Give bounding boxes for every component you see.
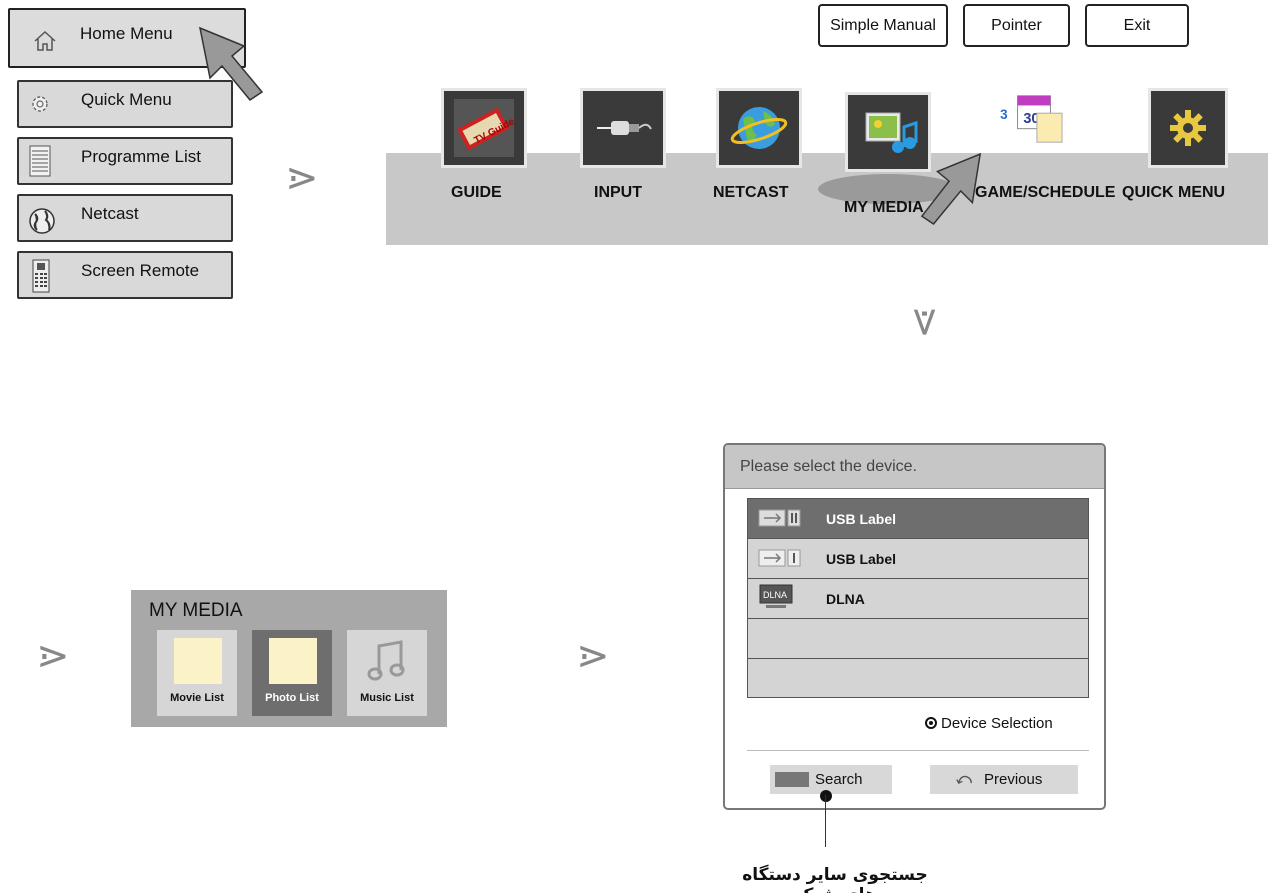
svg-text:DLNA: DLNA bbox=[763, 590, 787, 600]
back-arrow-icon bbox=[956, 775, 972, 785]
launcher-label-input: INPUT bbox=[594, 184, 642, 201]
callout-dot bbox=[820, 790, 832, 802]
launcher-tile-quick-menu[interactable] bbox=[1148, 88, 1228, 168]
pointer-button[interactable]: Pointer bbox=[963, 4, 1070, 47]
search-button-label: Search bbox=[815, 771, 863, 788]
menu-item-label: Home Menu bbox=[80, 24, 173, 43]
hint-label: Device Selection bbox=[941, 715, 1053, 732]
dialog-divider bbox=[747, 750, 1089, 751]
calendar-icon: 3 30 bbox=[1000, 95, 1063, 143]
launcher-label-netcast: NETCAST bbox=[713, 184, 789, 201]
gear-icon bbox=[32, 96, 48, 112]
device-row-empty bbox=[748, 659, 1088, 699]
ok-button-icon bbox=[925, 717, 937, 729]
launcher-tile-netcast[interactable] bbox=[716, 88, 802, 168]
exit-button[interactable]: Exit bbox=[1085, 4, 1189, 47]
my-media-panel: MY MEDIA Movie List Photo List Music Lis… bbox=[131, 590, 447, 727]
device-label: USB Label bbox=[826, 551, 897, 567]
svg-text:3: 3 bbox=[1000, 107, 1008, 122]
menu-item-netcast[interactable]: Netcast bbox=[17, 194, 233, 242]
launcher-label-guide: GUIDE bbox=[451, 184, 502, 201]
list-icon bbox=[29, 145, 51, 177]
device-row[interactable]: USB Label bbox=[748, 499, 1088, 539]
search-button[interactable]: Search bbox=[770, 765, 892, 794]
dialog-title: Please select the device. bbox=[740, 458, 917, 475]
step-arrow-right-icon: ⋗ bbox=[285, 155, 319, 201]
gear-icon bbox=[1170, 110, 1206, 146]
netcast-globe-icon bbox=[730, 107, 788, 149]
photo-list-card[interactable]: Photo List bbox=[252, 630, 332, 716]
usb-icon bbox=[758, 509, 801, 527]
music-note-icon bbox=[367, 640, 405, 681]
search-color-key-icon bbox=[775, 772, 809, 787]
launcher-label-my-media: MY MEDIA bbox=[844, 199, 924, 216]
menu-item-label: Quick Menu bbox=[81, 90, 172, 109]
device-selection-hint: Device Selection bbox=[925, 715, 1053, 732]
card-label: Movie List bbox=[170, 692, 224, 704]
device-list: USB Label USB Label DLNA DLNA bbox=[747, 498, 1089, 698]
previous-button[interactable]: Previous bbox=[930, 765, 1078, 794]
launcher-tile-guide[interactable]: TV Guide bbox=[441, 88, 527, 168]
device-row[interactable]: DLNA DLNA bbox=[748, 579, 1088, 619]
menu-item-label: Netcast bbox=[81, 204, 139, 223]
device-select-dialog: Please select the device. USB Label USB … bbox=[723, 443, 1106, 810]
callout-annotation: جستجوی سایر دستگاه های شبکه bbox=[742, 865, 928, 893]
music-list-card[interactable]: Music List bbox=[347, 630, 427, 716]
menu-item-programme-list[interactable]: Programme List bbox=[17, 137, 233, 185]
menu-item-quick-menu[interactable]: Quick Menu bbox=[17, 80, 233, 128]
menu-item-screen-remote[interactable]: Screen Remote bbox=[17, 251, 233, 299]
my-media-icon bbox=[865, 112, 918, 153]
card-label: Photo List bbox=[265, 692, 319, 704]
simple-manual-button[interactable]: Simple Manual bbox=[818, 4, 948, 47]
device-row-empty bbox=[748, 619, 1088, 659]
photo-thumb-icon bbox=[269, 638, 317, 684]
callout-line bbox=[825, 795, 826, 847]
device-label: DLNA bbox=[826, 591, 865, 607]
launcher-tile-input[interactable] bbox=[580, 88, 666, 168]
menu-item-label: Screen Remote bbox=[81, 261, 200, 280]
device-label: USB Label bbox=[826, 511, 897, 527]
menu-item-home[interactable]: Home Menu bbox=[8, 8, 264, 102]
step-arrow-down-icon: ⋗ bbox=[901, 305, 948, 339]
launcher-tile-game-schedule[interactable]: 3 30 bbox=[1000, 88, 1094, 168]
home-icon bbox=[34, 30, 56, 51]
launcher-label-quick-menu: QUICK MENU bbox=[1122, 184, 1226, 201]
step-arrow-right-icon: ⋗ bbox=[576, 633, 610, 679]
tv-guide-icon: TV Guide bbox=[454, 99, 514, 157]
movie-thumb-icon bbox=[174, 638, 222, 684]
remote-icon bbox=[32, 259, 50, 293]
step-arrow-right-icon: ⋗ bbox=[36, 633, 70, 679]
dialog-header: Please select the device. bbox=[725, 445, 1104, 489]
movie-list-card[interactable]: Movie List bbox=[157, 630, 237, 716]
previous-button-label: Previous bbox=[984, 771, 1043, 788]
card-label: Music List bbox=[360, 692, 414, 704]
my-media-title: MY MEDIA bbox=[149, 600, 243, 621]
dlna-icon: DLNA bbox=[759, 584, 793, 608]
usb-icon bbox=[758, 549, 801, 567]
device-row[interactable]: USB Label bbox=[748, 539, 1088, 579]
globe-icon bbox=[29, 208, 55, 234]
menu-item-label: Programme List bbox=[81, 147, 201, 166]
launcher-label-game-schedule: GAME/SCHEDULE bbox=[975, 184, 1116, 201]
input-plug-icon bbox=[597, 121, 652, 135]
